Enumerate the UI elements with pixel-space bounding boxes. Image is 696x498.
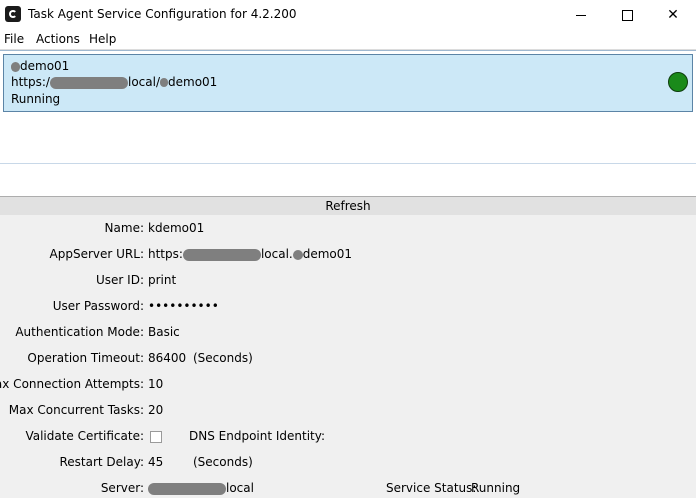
dns-label: DNS Endpoint Identity: bbox=[189, 429, 326, 443]
running-status-icon bbox=[668, 72, 688, 92]
url-suffix: demo01 bbox=[302, 247, 353, 261]
server-suffix: local bbox=[226, 481, 254, 495]
title-bar: Task Agent Service Configuration for 4.2… bbox=[0, 0, 696, 30]
refresh-button[interactable]: Refresh bbox=[0, 196, 696, 216]
close-icon: ✕ bbox=[667, 7, 679, 23]
maximize-button[interactable] bbox=[604, 0, 650, 30]
redacted-region bbox=[11, 61, 20, 72]
menu-bar: File Actions Help bbox=[0, 30, 696, 50]
window-title: Task Agent Service Configuration for 4.2… bbox=[28, 7, 297, 21]
service-status-value: Running bbox=[471, 481, 521, 495]
max-tasks-label: Max Concurrent Tasks: bbox=[8, 403, 144, 417]
auth-value: Basic bbox=[148, 325, 180, 339]
server-label: Server: bbox=[100, 481, 144, 495]
timeout-row: Operation Timeout: 86400 (Seconds) bbox=[0, 345, 696, 365]
redacted-region bbox=[292, 249, 303, 260]
url-prefix: https: bbox=[148, 247, 183, 261]
list-item-url-middle: local/ bbox=[127, 75, 160, 89]
list-item-url-line: https:/ local/demo01 bbox=[11, 75, 217, 89]
auth-label: Authentication Mode: bbox=[15, 325, 144, 339]
url-middle: local. bbox=[260, 247, 293, 261]
menu-help[interactable]: Help bbox=[89, 32, 116, 46]
userid-row: User ID: print bbox=[0, 267, 696, 287]
list-item-url-suffix: demo01 bbox=[168, 75, 218, 89]
password-label: User Password: bbox=[52, 299, 144, 313]
list-item[interactable]: demo01 https:/ local/demo01 Running bbox=[3, 54, 693, 112]
url-value: https: local. demo01 bbox=[148, 247, 352, 261]
timeout-unit: (Seconds) bbox=[193, 351, 253, 365]
max-connection-row: Max Connection Attempts: 10 bbox=[0, 371, 696, 391]
password-row: User Password: •••••••••• bbox=[0, 293, 696, 313]
list-item-name: demo01 bbox=[20, 59, 70, 73]
max-connection-label: Max Connection Attempts: bbox=[0, 377, 144, 391]
minimize-button[interactable] bbox=[558, 0, 604, 30]
app-icon bbox=[5, 6, 21, 22]
restart-label: Restart Delay: bbox=[59, 455, 144, 469]
server-value: local bbox=[148, 481, 254, 495]
list-item-url-prefix: https:/ bbox=[11, 75, 50, 89]
menu-actions[interactable]: Actions bbox=[36, 32, 80, 46]
agent-list: demo01 https:/ local/demo01 Running bbox=[0, 50, 696, 195]
max-tasks-value: 20 bbox=[148, 403, 164, 417]
server-row: Server: local Service Status: Running bbox=[0, 475, 696, 495]
list-item-status: Running bbox=[11, 92, 61, 106]
auth-row: Authentication Mode: Basic bbox=[0, 319, 696, 339]
restart-value: 45 bbox=[148, 455, 164, 469]
redacted-region bbox=[148, 482, 226, 495]
password-value: •••••••••• bbox=[148, 299, 219, 313]
userid-value: print bbox=[148, 273, 177, 287]
service-status-label: Service Status: bbox=[386, 481, 477, 495]
maximize-icon bbox=[621, 9, 633, 21]
close-button[interactable]: ✕ bbox=[650, 0, 696, 30]
validate-label: Validate Certificate: bbox=[25, 429, 144, 443]
validate-row: Validate Certificate: DNS Endpoint Ident… bbox=[0, 423, 696, 443]
redacted-region bbox=[160, 78, 168, 87]
redacted-region bbox=[182, 248, 261, 261]
url-row: AppServer URL: https: local. demo01 bbox=[0, 241, 696, 261]
details-panel: Name: kdemo01 AppServer URL: https: local… bbox=[0, 215, 696, 498]
max-connection-value: 10 bbox=[148, 377, 164, 391]
name-label: Name: bbox=[104, 221, 144, 235]
validate-certificate-checkbox[interactable] bbox=[150, 431, 162, 443]
timeout-value: 86400 bbox=[148, 351, 187, 365]
menu-file[interactable]: File bbox=[4, 32, 24, 46]
max-tasks-row: Max Concurrent Tasks: 20 bbox=[0, 397, 696, 417]
restart-unit: (Seconds) bbox=[193, 455, 253, 469]
minimize-icon bbox=[576, 14, 586, 16]
timeout-label: Operation Timeout: bbox=[27, 351, 144, 365]
list-separator bbox=[0, 163, 696, 164]
list-item-name-line: demo01 bbox=[11, 59, 69, 73]
name-row: Name: kdemo01 bbox=[0, 215, 696, 235]
restart-row: Restart Delay: 45 (Seconds) bbox=[0, 449, 696, 469]
userid-label: User ID: bbox=[96, 273, 144, 287]
redacted-region bbox=[49, 76, 128, 89]
url-label: AppServer URL: bbox=[49, 247, 144, 261]
name-value: kdemo01 bbox=[148, 221, 205, 235]
